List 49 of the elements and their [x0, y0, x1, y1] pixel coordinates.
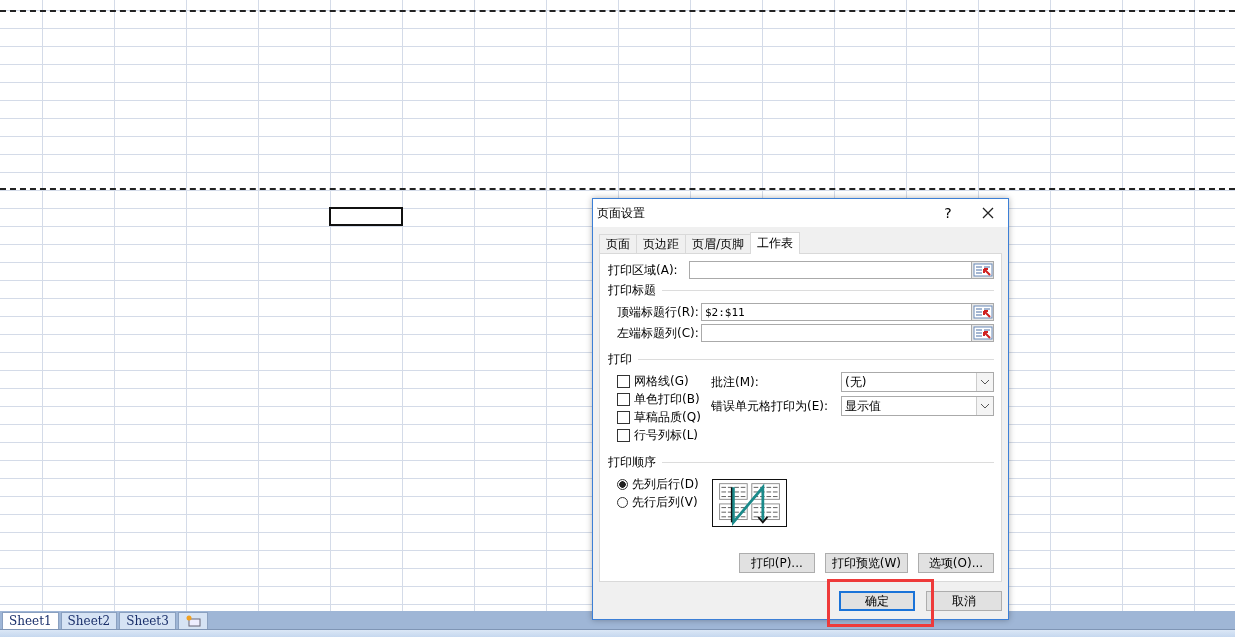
dropdown[interactable]: 显示值 — [841, 396, 994, 416]
checkbox[interactable] — [617, 410, 630, 424]
group-heading: 打印标题 — [608, 281, 656, 299]
tab[interactable]: 页边距 — [636, 234, 686, 253]
dropdown[interactable]: (无) — [841, 372, 994, 392]
tab[interactable]: 页眉/页脚 — [685, 234, 752, 253]
field-label: 顶端标题行(R): — [617, 303, 700, 321]
group-heading: 打印 — [608, 350, 632, 368]
sheet-tab[interactable]: Sheet3 — [119, 612, 176, 629]
range-select-icon — [972, 305, 993, 319]
checkbox-label: 行号列标(L) — [634, 426, 699, 444]
group-heading: 打印顺序 — [608, 453, 656, 471]
dialog-button[interactable]: 选项(O)... — [918, 553, 994, 573]
dialog-title: 页面设置 — [597, 204, 646, 222]
range-select-icon — [972, 263, 993, 277]
collapse-dialog-button[interactable] — [972, 324, 994, 342]
radio-button[interactable] — [617, 496, 628, 508]
checkbox-label: 网格线(G) — [634, 372, 689, 390]
field-label: 打印区域(A): — [608, 261, 679, 279]
range-select-icon — [972, 326, 993, 340]
sheet-tab[interactable]: Sheet1 — [2, 612, 59, 629]
field-label: 错误单元格打印为(E): — [711, 397, 829, 415]
radio-label: 先行后列(V) — [632, 493, 698, 511]
radio-label: 先列后行(D) — [632, 475, 699, 493]
selected-cell[interactable] — [329, 207, 403, 226]
radio-button[interactable] — [617, 478, 628, 490]
input-field[interactable] — [701, 324, 972, 342]
tab[interactable]: 工作表 — [750, 232, 801, 254]
checkbox-label: 草稿品质(Q) — [634, 408, 701, 426]
input-field[interactable]: $2:$11 — [701, 303, 972, 321]
checkbox[interactable] — [617, 428, 630, 442]
field-label: 批注(M): — [711, 373, 760, 391]
checkbox[interactable] — [617, 392, 630, 406]
ok-button[interactable]: 确定 — [839, 591, 915, 611]
chevron-down-icon — [976, 373, 993, 391]
tab[interactable]: 页面 — [599, 234, 637, 253]
close-icon — [982, 207, 994, 219]
checkbox-label: 单色打印(B) — [634, 390, 700, 408]
help-button[interactable]: ? — [928, 200, 968, 226]
dialog-button[interactable]: 打印(P)... — [738, 553, 815, 573]
input-field[interactable] — [689, 261, 972, 279]
dialog-button[interactable]: 打印预览(W) — [824, 553, 908, 573]
collapse-dialog-button[interactable] — [972, 303, 994, 321]
field-label: 左端标题列(C): — [617, 324, 700, 342]
chevron-down-icon — [976, 397, 993, 415]
collapse-dialog-button[interactable] — [972, 261, 994, 279]
cancel-button[interactable]: 取消 — [926, 591, 1002, 611]
sheet-tab[interactable]: Sheet2 — [60, 612, 118, 629]
checkbox[interactable] — [617, 374, 630, 388]
